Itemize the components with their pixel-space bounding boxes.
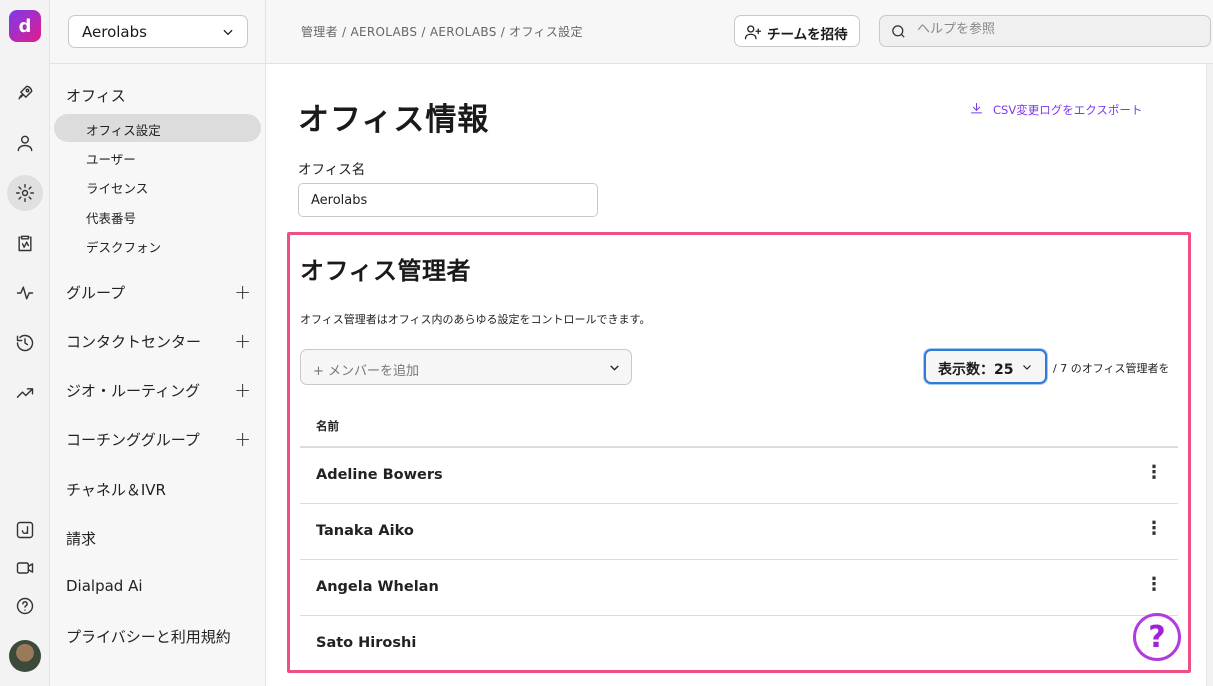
help-fab-button[interactable]: ? bbox=[1133, 613, 1181, 661]
activity-icon[interactable] bbox=[7, 275, 43, 311]
chevron-down-icon bbox=[1023, 365, 1031, 370]
video-icon[interactable] bbox=[7, 550, 43, 586]
search-input[interactable] bbox=[917, 22, 1197, 37]
add-coaching-group-icon[interactable]: + bbox=[234, 429, 251, 449]
sidebar-section-contact-center[interactable]: コンタクトセンター bbox=[66, 331, 201, 352]
sidebar-item-main-numbers[interactable]: 代表番号 bbox=[86, 208, 136, 227]
top-bar: 管理者 / AEROLABS / AEROLABS / オフィス設定 チームを招… bbox=[266, 0, 1213, 64]
workspace-name: Aerolabs bbox=[82, 23, 147, 41]
avatar[interactable] bbox=[9, 640, 41, 672]
chevron-down-icon bbox=[223, 29, 233, 36]
sidebar-section-billing[interactable]: 請求 bbox=[66, 528, 96, 549]
admin-name: Angela Whelan bbox=[316, 579, 439, 595]
sidebar-item-deskphones[interactable]: デスクフォン bbox=[86, 237, 161, 256]
add-member-select[interactable]: + メンバーを追加 bbox=[300, 349, 632, 385]
sidebar-section-channels-ivr[interactable]: チャネル＆IVR bbox=[66, 479, 166, 500]
add-member-placeholder: + メンバーを追加 bbox=[313, 364, 420, 379]
sidebar-item-users[interactable]: ユーザー bbox=[86, 149, 136, 168]
workspace-select[interactable]: Aerolabs bbox=[68, 15, 248, 48]
per-page-label: 表示数：25 bbox=[938, 362, 1014, 378]
csv-export-link[interactable]: CSV変更ログをエクスポート bbox=[970, 102, 1143, 118]
office-name-input[interactable] bbox=[298, 183, 598, 217]
trending-icon[interactable] bbox=[7, 375, 43, 411]
add-contact-center-icon[interactable]: + bbox=[234, 331, 251, 351]
gear-icon[interactable] bbox=[7, 175, 43, 211]
sidebar-section-groups[interactable]: グループ bbox=[66, 282, 125, 303]
admin-count-text: / 7 のオフィス管理者を bbox=[1053, 362, 1170, 375]
search-icon bbox=[892, 25, 905, 38]
dialpad-logo[interactable]: d bbox=[9, 10, 41, 42]
table-row[interactable]: Adeline Bowers ⋮ bbox=[300, 448, 1178, 504]
scrollbar[interactable] bbox=[1206, 64, 1213, 686]
add-geo-routing-icon[interactable]: + bbox=[234, 380, 251, 400]
sidebar-item-licenses[interactable]: ライセンス bbox=[86, 178, 148, 197]
sidebar-section-geo-routing[interactable]: ジオ・ルーティング bbox=[66, 380, 200, 401]
add-group-icon[interactable]: + bbox=[234, 282, 251, 302]
dialpad-app-icon[interactable] bbox=[7, 512, 43, 548]
invite-team-button[interactable]: チームを招待 bbox=[734, 15, 860, 47]
chevron-down-icon bbox=[610, 365, 619, 371]
sidebar-section-office[interactable]: オフィス bbox=[66, 85, 126, 106]
office-admins-section: オフィス管理者 オフィス管理者はオフィス内のあらゆる設定をコントロールできます。… bbox=[287, 232, 1191, 673]
invite-team-label: チームを招待 bbox=[767, 27, 848, 43]
history-icon[interactable] bbox=[7, 325, 43, 361]
more-options-icon[interactable]: ⋮ bbox=[1144, 518, 1164, 542]
section-title: オフィス管理者 bbox=[300, 257, 472, 285]
help-circle-icon[interactable] bbox=[7, 588, 43, 624]
admin-name: Sato Hiroshi bbox=[316, 635, 417, 651]
settings-sidebar: Aerolabs オフィス オフィス設定 ユーザー ライセンス 代表番号 デスク… bbox=[50, 0, 266, 686]
section-description: オフィス管理者はオフィス内のあらゆる設定をコントロールできます。 bbox=[300, 313, 651, 326]
sidebar-section-coaching-groups[interactable]: コーチンググループ bbox=[66, 429, 200, 450]
download-icon bbox=[970, 102, 983, 114]
help-search bbox=[879, 15, 1211, 47]
column-header-name[interactable]: 名前 bbox=[316, 418, 339, 434]
person-icon[interactable] bbox=[7, 125, 43, 161]
admin-name: Adeline Bowers bbox=[316, 467, 443, 483]
sidebar-item-office-settings[interactable]: オフィス設定 bbox=[54, 114, 261, 142]
sidebar-section-dialpad-ai[interactable]: Dialpad Ai bbox=[66, 577, 143, 595]
more-options-icon[interactable]: ⋮ bbox=[1144, 574, 1164, 598]
csv-export-label: CSV変更ログをエクスポート bbox=[993, 103, 1143, 117]
sidebar-section-privacy[interactable]: プライバシーと利用規約 bbox=[66, 626, 231, 647]
main-content: オフィス情報 CSV変更ログをエクスポート オフィス名 オフィス管理者 オフィス… bbox=[266, 64, 1213, 686]
table-row[interactable]: Angela Whelan ⋮ bbox=[300, 560, 1178, 616]
admin-name: Tanaka Aiko bbox=[316, 523, 414, 539]
office-name-label: オフィス名 bbox=[298, 162, 366, 178]
page-title: オフィス情報 bbox=[298, 102, 490, 138]
more-options-icon[interactable]: ⋮ bbox=[1144, 462, 1164, 486]
table-row[interactable]: Sato Hiroshi bbox=[300, 616, 1178, 672]
add-person-icon bbox=[744, 25, 762, 40]
table-row[interactable]: Tanaka Aiko ⋮ bbox=[300, 504, 1178, 560]
icon-rail: d bbox=[0, 0, 50, 686]
clipboard-icon[interactable] bbox=[7, 225, 43, 261]
divider bbox=[50, 63, 265, 64]
breadcrumb: 管理者 / AEROLABS / AEROLABS / オフィス設定 bbox=[301, 25, 583, 39]
rocket-icon[interactable] bbox=[7, 75, 43, 111]
per-page-select[interactable]: 表示数：25 bbox=[924, 349, 1047, 384]
